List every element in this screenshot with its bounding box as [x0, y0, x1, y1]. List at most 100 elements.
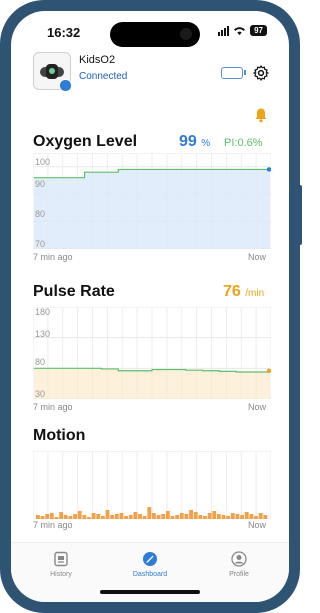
tab-history[interactable]: History	[21, 551, 101, 578]
tab-history-label: History	[50, 571, 72, 578]
tab-profile[interactable]: Profile	[199, 551, 279, 578]
oxygen-area	[34, 169, 270, 249]
motion-bar	[68, 516, 73, 519]
volume-down-button	[0, 210, 2, 250]
motion-bar	[54, 517, 59, 519]
motion-bar	[63, 515, 68, 519]
motion-bar	[105, 510, 110, 519]
motion-title: Motion	[33, 427, 86, 444]
motion-bar	[96, 514, 101, 519]
history-icon	[54, 551, 68, 567]
motion-bar	[36, 515, 40, 519]
pulse-unit: /min	[245, 288, 265, 299]
device-header: KidsO2 Connected	[11, 49, 289, 99]
motion-bar	[258, 513, 263, 519]
motion-chart-svg	[33, 451, 271, 519]
oxygen-chart	[33, 153, 271, 249]
motion-bar	[100, 516, 105, 519]
oxygen-time-start: 7 min ago	[33, 252, 73, 262]
oxygen-title: Oxygen Level	[33, 133, 138, 150]
motion-bar	[138, 514, 142, 519]
motion-bar	[49, 513, 54, 519]
perfusion-index: PI:0.6%	[224, 137, 263, 149]
bell-icon[interactable]	[253, 107, 269, 123]
motion-bar	[254, 516, 258, 519]
dynamic-island	[110, 22, 200, 47]
motion-bar	[244, 512, 249, 519]
status-time: 16:32	[47, 25, 81, 40]
motion-bar	[165, 511, 170, 519]
gear-icon[interactable]	[252, 64, 270, 82]
pulse-ytick-130: 130	[35, 329, 51, 339]
tab-dashboard-label: Dashboard	[132, 571, 168, 578]
motion-bar	[152, 513, 156, 519]
oxygen-number: 99	[179, 133, 197, 150]
home-indicator[interactable]	[100, 590, 200, 594]
oxygen-ytick-70: 70	[35, 239, 46, 249]
oxygen-chart-svg	[33, 153, 271, 249]
motion-bar	[207, 513, 212, 519]
pulse-time-start: 7 min ago	[33, 402, 73, 412]
motion-bar	[82, 515, 87, 519]
motion-bar	[156, 515, 161, 519]
pulse-ytick-30: 30	[35, 389, 46, 399]
motion-bar	[170, 516, 175, 519]
motion-bar	[179, 513, 184, 519]
camera-icon	[180, 28, 192, 40]
status-icons: 97	[218, 25, 267, 36]
status-bar: 16:32 97	[11, 11, 289, 51]
motion-bar	[263, 515, 268, 519]
motion-bar	[203, 516, 207, 519]
motion-bar	[142, 516, 147, 519]
motion-bar	[45, 514, 50, 519]
volume-up-button	[0, 160, 2, 200]
oxygen-time-end: Now	[248, 252, 267, 262]
motion-bar	[91, 513, 96, 519]
device-status: Connected	[79, 71, 128, 82]
tab-profile-label: Profile	[229, 571, 249, 578]
oxygen-ytick-100: 100	[35, 157, 51, 167]
pulse-time-end: Now	[248, 402, 267, 412]
oxygen-ytick-80: 80	[35, 209, 46, 219]
side-button	[0, 115, 2, 139]
power-button	[298, 185, 302, 245]
pulse-ytick-80: 80	[35, 357, 46, 367]
wifi-icon	[234, 26, 246, 35]
motion-bar	[175, 515, 180, 519]
signal-icon	[218, 25, 230, 36]
motion-bar	[189, 510, 193, 519]
pulse-title: Pulse Rate	[33, 283, 115, 300]
device-name: KidsO2	[79, 54, 116, 66]
motion-chart	[33, 451, 271, 519]
motion-bar	[73, 514, 77, 519]
motion-bar	[184, 514, 189, 519]
motion-bar	[193, 512, 198, 519]
profile-icon	[231, 551, 247, 567]
pulse-value: 76 /min	[223, 283, 264, 301]
motion-bar	[226, 516, 231, 519]
tab-dashboard[interactable]: Dashboard	[110, 551, 190, 578]
motion-bar	[124, 516, 128, 519]
motion-bar	[212, 511, 217, 519]
oxygen-ytick-90: 90	[35, 179, 46, 189]
screen: 16:32 97 KidsO2 Connected Oxygen Level 9…	[11, 11, 289, 602]
motion-bar	[198, 515, 203, 519]
oxygen-last-point	[266, 167, 271, 172]
pulse-last-point	[266, 368, 271, 373]
motion-bar	[249, 514, 254, 519]
pulse-number: 76	[223, 283, 241, 300]
motion-bar	[161, 514, 166, 519]
motion-bar	[230, 513, 235, 519]
motion-time-start: 7 min ago	[33, 520, 73, 530]
motion-bar	[240, 515, 244, 519]
motion-bar	[119, 513, 124, 519]
pulse-chart-svg	[33, 307, 271, 399]
connected-badge-icon	[59, 79, 72, 92]
motion-bar	[128, 515, 133, 519]
motion-bar	[133, 512, 138, 519]
motion-bar	[235, 514, 240, 519]
motion-bar	[147, 507, 152, 519]
motion-bar	[40, 516, 45, 519]
dashboard-icon	[143, 552, 157, 566]
motion-bar	[114, 514, 119, 519]
